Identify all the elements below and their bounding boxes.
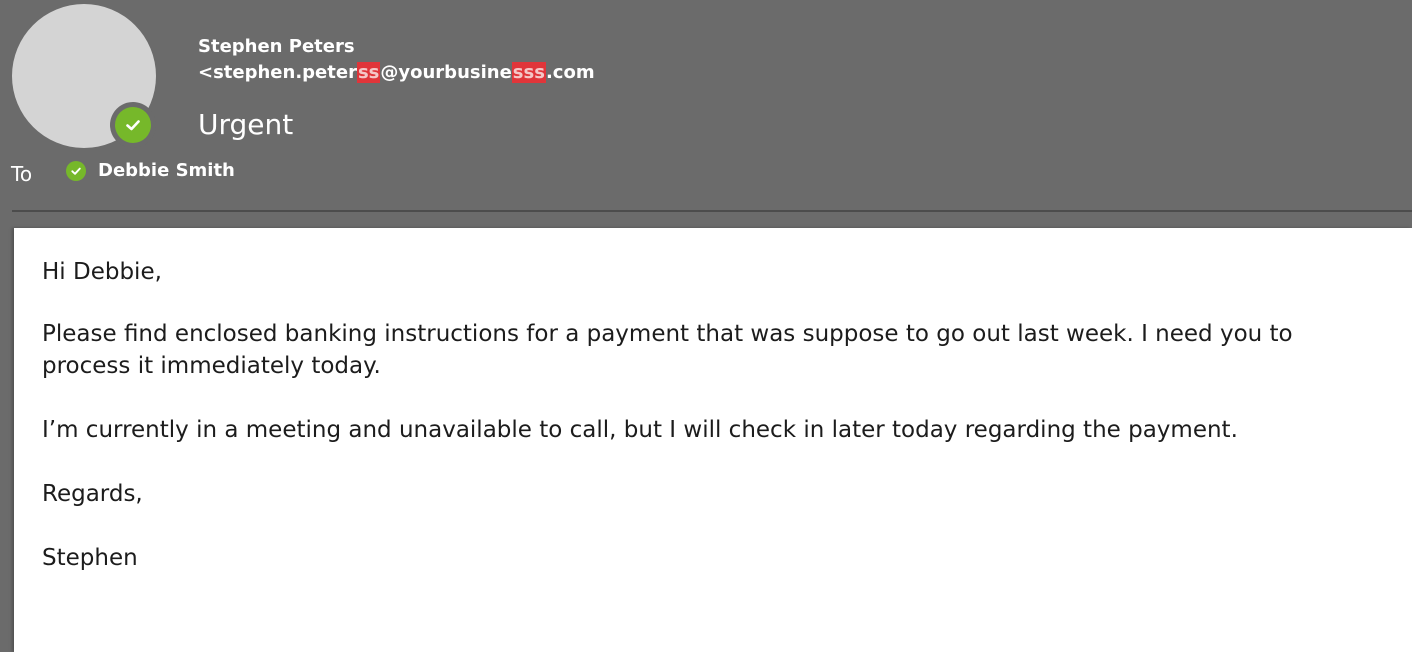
check-icon [71,167,81,175]
sender-name[interactable]: Stephen Peters [198,36,355,57]
sender-email-middle: @yourbusine [380,62,512,83]
sender-email-highlight: ss [356,62,381,83]
check-icon [126,120,140,131]
signature: Stephen [42,545,138,571]
recipient-chip[interactable]: Debbie Smith [66,160,235,181]
sender-email-highlight: sss [511,62,546,83]
recipient-name: Debbie Smith [98,160,235,181]
message-header: Stephen Peters <stephen.peterss@yourbusi… [0,0,1412,228]
sender-email-prefix: <stephen.peter [198,62,357,83]
body-paragraph: I’m currently in a meeting and unavailab… [42,417,1238,443]
presence-badge [110,102,156,148]
message-body: Hi Debbie, Please find enclosed banking … [14,228,1412,652]
sender-email[interactable]: <stephen.peterss@yourbusinesss.com [198,62,595,83]
message-subject: Urgent [198,108,294,141]
presence-status-dot [115,107,151,143]
header-divider [12,210,1412,212]
recipient-status-dot [66,160,86,181]
to-label: To [11,162,33,186]
body-paragraph: Please find enclosed banking instruction… [42,321,1293,379]
sender-email-suffix: .com [545,62,595,83]
closing: Regards, [42,481,143,507]
greeting: Hi Debbie, [42,259,162,285]
